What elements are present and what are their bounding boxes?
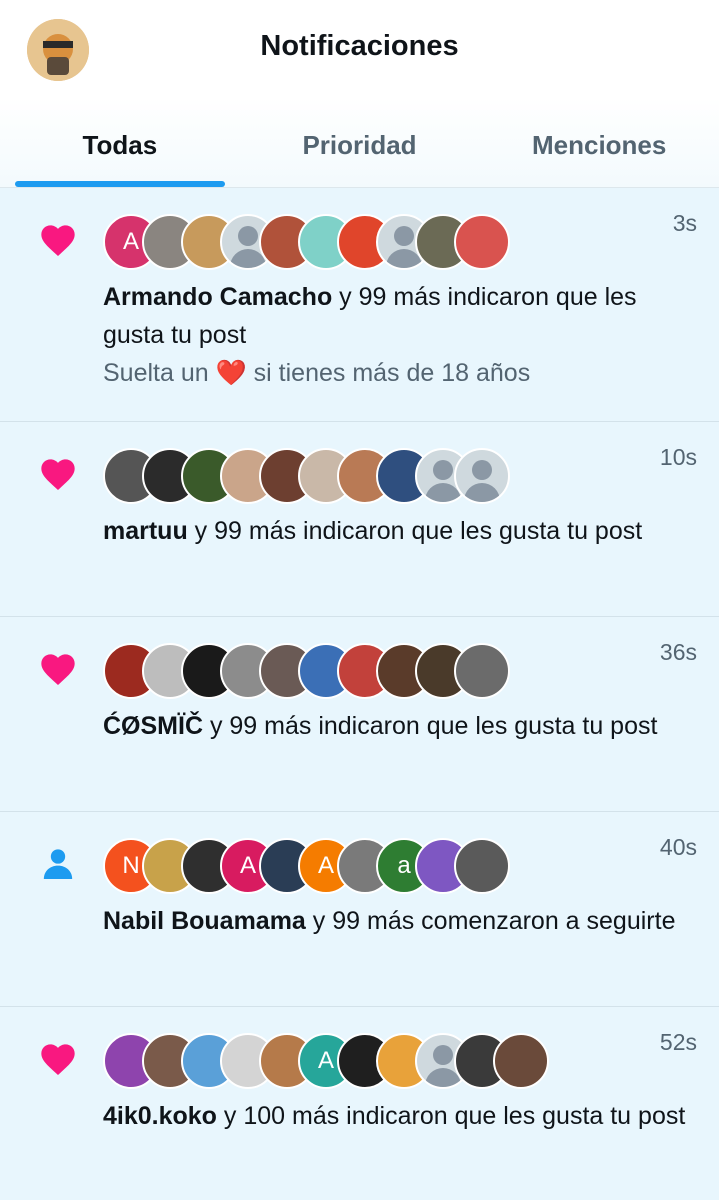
user-avatar[interactable]: [454, 448, 510, 504]
user-avatar[interactable]: [454, 838, 510, 894]
action-text: y 99 más indicaron que les gusta tu post: [187, 517, 643, 545]
post-preview: Suelta un ❤️ si tienes más de 18 años: [103, 359, 531, 387]
tab-todas[interactable]: Todas: [0, 98, 240, 187]
page-title: Notificaciones: [260, 30, 459, 62]
notifications-feed: A 3s Armando Camacho y 99 más indicaron …: [0, 188, 719, 1200]
tab-bar: Todas Prioridad Menciones: [0, 98, 719, 188]
tab-prioridad[interactable]: Prioridad: [240, 98, 480, 187]
notification-text: Armando Camacho y 99 más indicaron que l…: [103, 278, 699, 354]
timestamp: 36s: [659, 639, 697, 665]
avatar-row: [103, 643, 699, 699]
user-name[interactable]: Armando Camacho: [103, 283, 332, 311]
notification-text: ĆØSMÏČ y 99 más indicaron que les gusta …: [103, 707, 699, 745]
person-icon: [38, 844, 78, 884]
tab-label: Menciones: [531, 130, 667, 160]
user-name[interactable]: 4ik0.koko: [103, 1102, 217, 1130]
notification-item[interactable]: A 52s 4ik0.koko y 100 más indicaron que …: [0, 1007, 719, 1200]
tab-menciones[interactable]: Menciones: [479, 98, 719, 187]
heart-icon: [38, 220, 78, 260]
heart-icon: [38, 1039, 78, 1079]
heart-icon: [38, 649, 78, 689]
active-tab-indicator: [15, 181, 225, 187]
user-avatar[interactable]: [454, 214, 510, 270]
notification-text: martuu y 99 más indicaron que les gusta …: [103, 512, 699, 550]
action-text: y 99 más comenzaron a seguirte: [305, 907, 676, 935]
user-name[interactable]: Nabil Bouamama: [103, 907, 306, 935]
timestamp: 52s: [659, 1029, 697, 1055]
user-name[interactable]: ĆØSMÏČ: [103, 712, 203, 740]
notification-text: Nabil Bouamama y 99 más comenzaron a seg…: [103, 902, 699, 940]
avatar-row: [103, 448, 699, 504]
top-bar: Notificaciones: [0, 0, 719, 98]
tab-label: Todas: [82, 130, 158, 160]
avatar-row: NAAa: [103, 838, 699, 894]
notification-item[interactable]: 10s martuu y 99 más indicaron que les gu…: [0, 422, 719, 617]
timestamp: 10s: [659, 444, 697, 470]
timestamp: 3s: [672, 210, 697, 236]
action-text: y 100 más indicaron que les gusta tu pos…: [216, 1102, 686, 1130]
action-text: y 99 más indicaron que les gusta tu post: [203, 712, 658, 740]
notification-text: 4ik0.koko y 100 más indicaron que les gu…: [103, 1097, 699, 1135]
user-name[interactable]: martuu: [103, 517, 188, 545]
avatar-row: A: [103, 214, 699, 270]
notification-item[interactable]: A 3s Armando Camacho y 99 más indicaron …: [0, 188, 719, 422]
timestamp: 40s: [659, 834, 697, 860]
avatar-row: A: [103, 1033, 699, 1089]
user-avatar[interactable]: [493, 1033, 549, 1089]
user-avatar[interactable]: [454, 643, 510, 699]
heart-icon: [38, 454, 78, 494]
notification-item[interactable]: 36s ĆØSMÏČ y 99 más indicaron que les gu…: [0, 617, 719, 812]
tab-label: Prioridad: [302, 130, 417, 160]
notification-item[interactable]: NAAa 40s Nabil Bouamama y 99 más comenza…: [0, 812, 719, 1007]
